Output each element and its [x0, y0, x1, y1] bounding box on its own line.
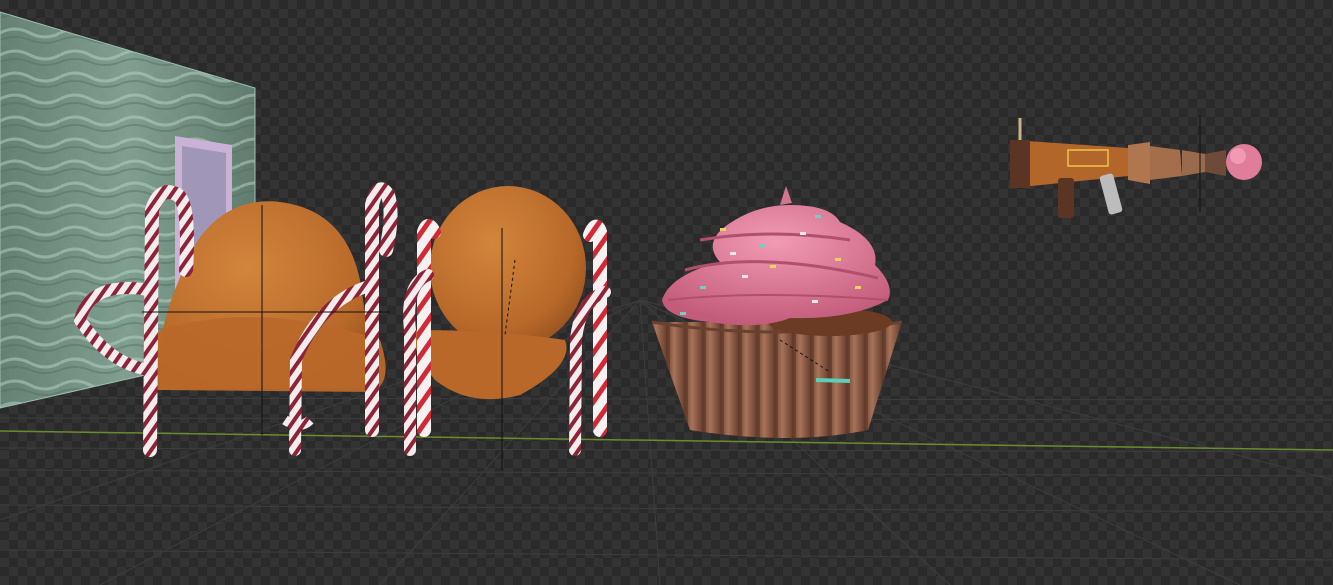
scene-canvas[interactable]: [0, 0, 1333, 585]
cupcake[interactable]: [651, 186, 903, 438]
3d-viewport[interactable]: [0, 0, 1333, 585]
candy-bazooka[interactable]: [1010, 115, 1262, 218]
x-axis-line: [0, 430, 1333, 451]
gingerbread-chair-right[interactable]: [403, 186, 611, 470]
